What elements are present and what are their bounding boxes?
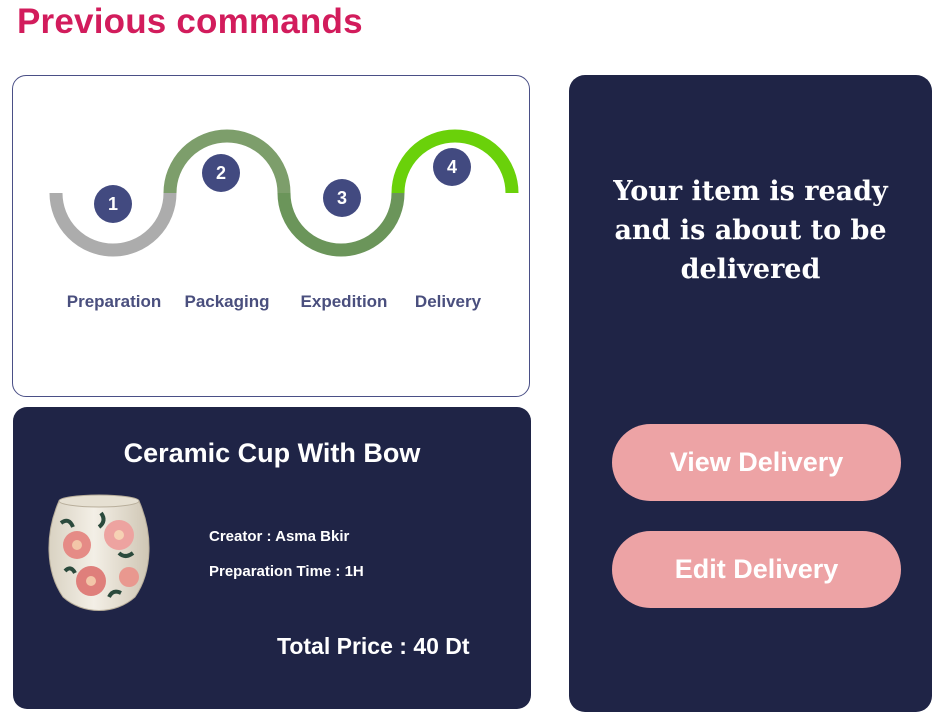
total-price: Total Price : 40 Dt: [277, 633, 470, 659]
step-label-delivery: Delivery: [414, 292, 482, 311]
step-label-preparation: Preparation: [66, 292, 162, 311]
page-title: Previous commands: [17, 2, 363, 41]
ceramic-cup-photo: [48, 494, 150, 611]
status-message: Your item is ready and is about to be de…: [613, 176, 888, 285]
step-2-badge: 2: [202, 154, 240, 192]
delivery-status-card: Your item is ready and is about to be de…: [569, 75, 932, 712]
view-delivery-button[interactable]: View Delivery: [612, 424, 901, 501]
edit-delivery-button[interactable]: Edit Delivery: [612, 531, 901, 608]
delivery-progress-card: 1 2 3 4 Preparation Packaging Expedition…: [12, 75, 530, 397]
step-label-packaging: Packaging: [184, 292, 270, 311]
step-label-expedition: Expedition: [300, 292, 388, 311]
progress-wave: [49, 129, 519, 257]
product-card: Ceramic Cup With Bow Creator : Asma Bkir…: [13, 407, 531, 709]
step-4-badge: 4: [433, 148, 471, 186]
product-name: Ceramic Cup With Bow: [123, 438, 421, 468]
step-3-badge: 3: [323, 179, 361, 217]
step-1-badge: 1: [94, 185, 132, 223]
preparation-time-label: Preparation Time : 1H: [209, 563, 364, 580]
creator-label: Creator : Asma Bkir: [209, 528, 350, 545]
